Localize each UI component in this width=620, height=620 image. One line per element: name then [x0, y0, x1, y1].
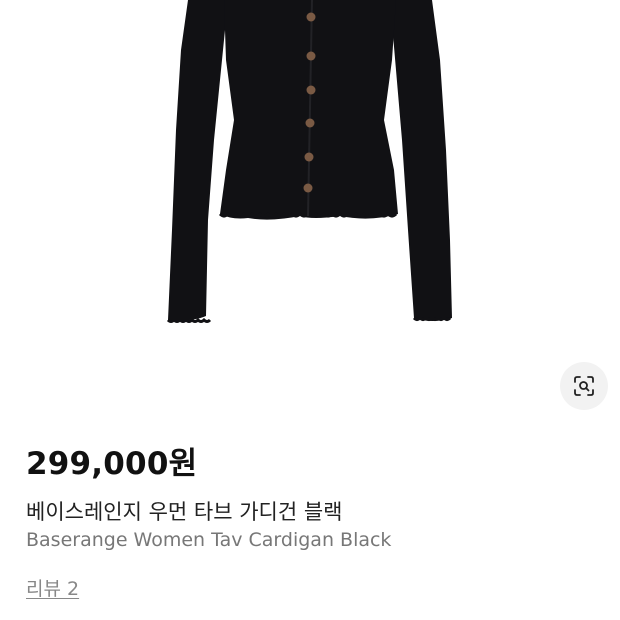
visual-search-icon: [574, 376, 594, 396]
left-cuff-ruffle: [166, 317, 212, 323]
visual-search-button[interactable]: [560, 362, 608, 410]
product-title-korean: 베이스레인지 우먼 타브 가디건 블랙: [26, 500, 343, 524]
cardigan-button: [304, 152, 314, 162]
product-price: 299,000원: [26, 446, 198, 482]
left-sleeve: [168, 0, 228, 321]
product-image: [166, 0, 452, 323]
cardigan-button: [303, 183, 313, 193]
cardigan-button: [306, 12, 316, 22]
right-cuff-ruffle: [412, 315, 452, 321]
product-image-area[interactable]: [0, 0, 620, 420]
cardigan-button: [305, 118, 315, 128]
cardigan-button: [306, 51, 316, 61]
reviews-link[interactable]: 리뷰 2: [26, 574, 79, 601]
product-title-english: Baserange Women Tav Cardigan Black: [26, 529, 392, 551]
right-sleeve: [390, 0, 452, 321]
cardigan-button: [306, 85, 316, 95]
